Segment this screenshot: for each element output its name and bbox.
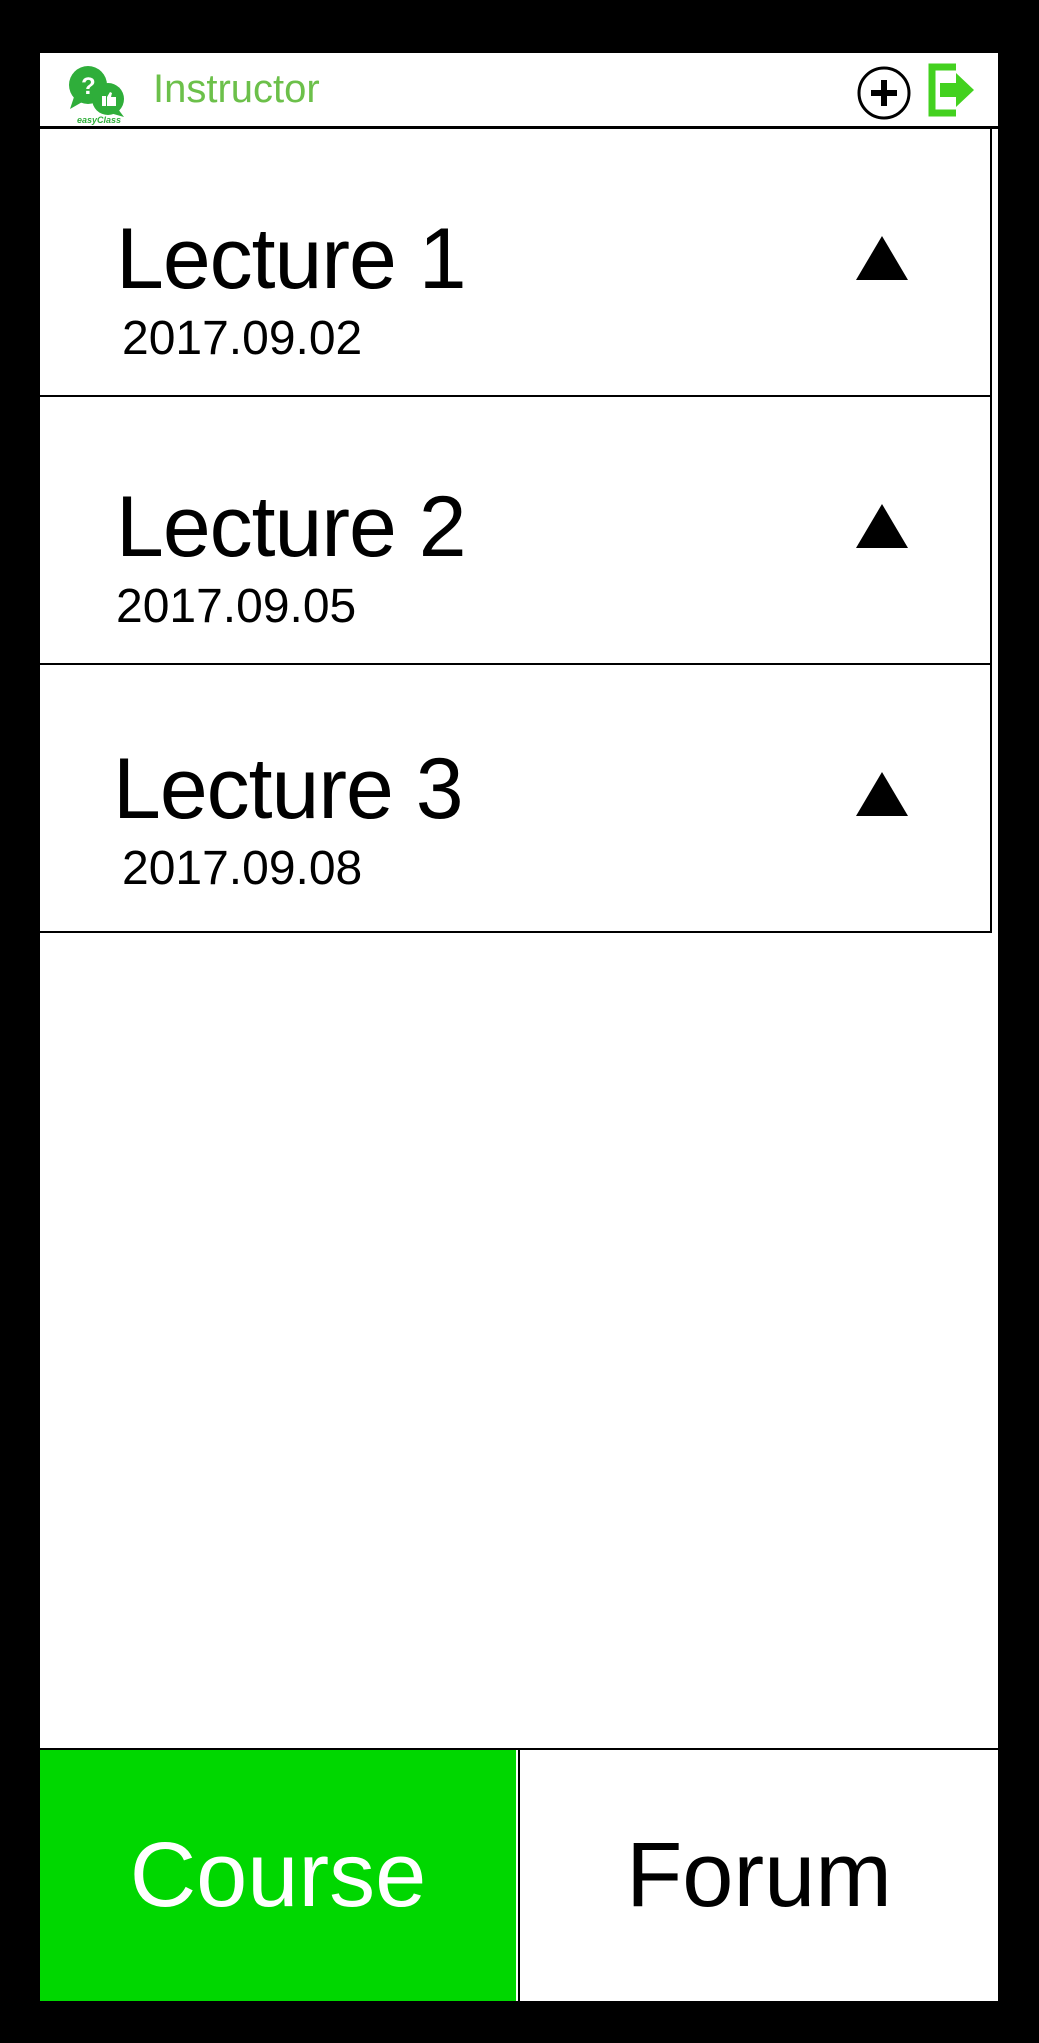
app-header: ? easyClass Instructor bbox=[40, 53, 998, 129]
lecture-date: 2017.09.02 bbox=[122, 312, 363, 365]
lecture-date: 2017.09.08 bbox=[122, 842, 363, 895]
lecture-title: Lecture 2 bbox=[116, 479, 467, 575]
lecture-title: Lecture 1 bbox=[116, 211, 467, 307]
svg-text:?: ? bbox=[81, 73, 96, 100]
page-title: Instructor bbox=[153, 67, 320, 111]
tab-forum[interactable]: Forum bbox=[518, 1750, 998, 2001]
lecture-date: 2017.09.05 bbox=[116, 580, 357, 633]
logo-text: easyClass bbox=[77, 115, 121, 125]
lecture-item-1[interactable]: Lecture 1 2017.09.02 bbox=[40, 129, 992, 397]
app-screen: ? easyClass Instructor Lecture 1 2017.09… bbox=[40, 53, 998, 2001]
triangle-up-icon[interactable] bbox=[856, 236, 908, 280]
lecture-title: Lecture 3 bbox=[113, 741, 464, 837]
plus-circle-icon[interactable] bbox=[856, 65, 912, 121]
bottom-tab-bar: Course Forum bbox=[40, 1748, 998, 2001]
tab-course[interactable]: Course bbox=[40, 1750, 516, 2001]
triangle-up-icon[interactable] bbox=[856, 504, 908, 548]
easyclass-logo: ? easyClass bbox=[69, 66, 124, 125]
lecture-item-2[interactable]: Lecture 2 2017.09.05 bbox=[40, 397, 992, 665]
lecture-item-3[interactable]: Lecture 3 2017.09.08 bbox=[40, 665, 992, 933]
triangle-up-icon[interactable] bbox=[856, 772, 908, 816]
logout-icon[interactable] bbox=[926, 61, 978, 119]
